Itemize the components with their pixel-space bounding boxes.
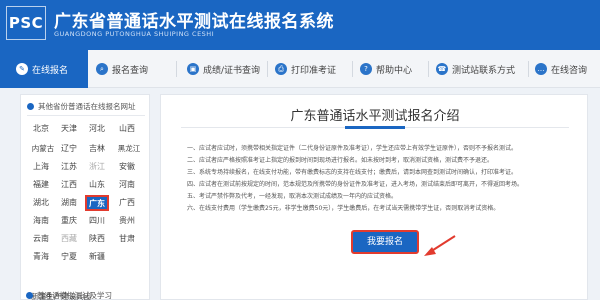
province-link[interactable]: 海南: [29, 213, 53, 229]
nav-label: 在线咨询: [551, 65, 588, 76]
notice-item: 四、应试者在测试前按规定的时间，范本规范及所携带的身份证件及准考证，进入考场，测…: [187, 181, 524, 188]
province-link[interactable]: 贵州: [115, 213, 139, 229]
nav-online-consult[interactable]: … 在线咨询: [535, 50, 587, 88]
header: PSC 广东省普通话水平测试在线报名系统 GUANGDONG PUTONGHUA…: [0, 0, 600, 50]
province-link[interactable]: 云南: [29, 231, 53, 247]
sidebar-heading-other-provinces: 其他省份普通话在线报名网址: [27, 101, 136, 112]
logo[interactable]: PSC: [6, 6, 46, 40]
nav-label: 报名查询: [112, 65, 149, 76]
province-link[interactable]: 吉林: [85, 141, 109, 157]
province-link[interactable]: 四川: [85, 213, 109, 229]
province-link[interactable]: 广东: [85, 195, 109, 211]
province-link[interactable]: 江西: [57, 177, 81, 193]
page-title: 广东普通话水平测试报名介绍: [290, 109, 460, 124]
province-link[interactable]: 重庆: [57, 213, 81, 229]
province-link[interactable]: 黑龙江: [115, 141, 143, 157]
province-link[interactable]: 福建: [29, 177, 53, 193]
divider: [27, 115, 145, 116]
contact-icon: ☎: [436, 63, 448, 75]
province-link[interactable]: 宁夏: [57, 249, 81, 265]
province-link[interactable]: 广西: [115, 195, 139, 211]
province-link[interactable]: 湖北: [29, 195, 53, 211]
nav-divider: [528, 61, 529, 77]
province-link[interactable]: 甘肃: [115, 231, 139, 247]
sidebar: 其他省份普通话在线报名网址 北京 天津 河北 山西内蒙古 辽宁 吉林 黑龙江上海 江苏 浙江 安徽…: [20, 94, 150, 300]
edit-icon: ✎: [16, 63, 28, 75]
province-link[interactable]: 山西: [115, 121, 139, 137]
help-icon: ?: [360, 63, 372, 75]
province-link[interactable]: 上海: [29, 159, 53, 175]
province-link[interactable]: 内蒙古: [29, 141, 57, 157]
site-subtitle: GUANGDONG PUTONGHUA SHUIPING CESHI: [54, 30, 215, 38]
nav-online-signup[interactable]: ✎ 在线报名: [0, 50, 88, 88]
site-title: 广东省普通话水平测试在线报名系统: [54, 12, 334, 32]
province-link[interactable]: 浙江: [85, 159, 109, 175]
nav-help-center[interactable]: ? 帮助中心: [360, 50, 412, 88]
province-link[interactable]: 江苏: [57, 159, 81, 175]
bullet-icon: [26, 292, 33, 299]
province-link[interactable]: 新疆: [85, 249, 109, 265]
province-link[interactable]: 山东: [85, 177, 109, 193]
notice-item: 六、在线支付费用（学生缴费25元，非学生缴费50元），学生缴费后，在考试当天需携…: [187, 205, 500, 212]
notice-item: 三、系统专场持续报名，在线支付功能，带有缴费标志的支持在线支付；缴费后，请到本网…: [187, 169, 518, 176]
nav-signup-query[interactable]: ⌕ 报名查询: [96, 50, 148, 88]
nav-label: 成绩/证书查询: [203, 65, 261, 76]
province-link[interactable]: 西藏: [57, 231, 81, 247]
province-link[interactable]: 北京: [29, 121, 53, 137]
province-link[interactable]: 天津: [57, 121, 81, 137]
notice-item: 一、应试者应试时，须携带相关指定证件（二代身份证原件及准考证），学生还应带上有效…: [187, 145, 518, 152]
nav-divider: [176, 61, 177, 77]
province-link[interactable]: 青海: [29, 249, 53, 265]
notice-item: 二、应试者应严格按照准考证上指定的报到时间到现场进行报名。如未按时到考，取消测试…: [187, 157, 494, 164]
nav-label: 帮助中心: [376, 65, 413, 76]
certificate-icon: ▣: [187, 63, 199, 75]
title-accent: [345, 126, 405, 129]
province-link[interactable]: 安徽: [115, 159, 139, 175]
province-link[interactable]: 陕西: [85, 231, 109, 247]
province-link[interactable]: 河北: [85, 121, 109, 137]
search-icon: ⌕: [96, 63, 108, 75]
nav-divider: [428, 61, 429, 77]
nav-contact[interactable]: ☎ 测试站联系方式: [436, 50, 515, 88]
printer-icon: ⎙: [275, 63, 287, 75]
signup-button[interactable]: 我要报名: [351, 230, 419, 254]
sidebar-heading-mock-test: 普通话模拟测试及学习: [26, 290, 112, 300]
province-link[interactable]: 湖南: [57, 195, 81, 211]
province-link[interactable]: 辽宁: [57, 141, 81, 157]
main-nav: ✎ 在线报名 ⌕ 报名查询 ▣ 成绩/证书查询 ⎙ 打印准考证 ? 帮助中心 ☎…: [0, 50, 600, 88]
nav-print-ticket[interactable]: ⎙ 打印准考证: [275, 50, 336, 88]
chat-icon: …: [535, 63, 547, 75]
notice-item: 五、考试严禁作弊及代考，一经发现，取消本次测试成绩及一年内的应试资格。: [187, 193, 398, 200]
nav-divider: [267, 61, 268, 77]
bullet-icon: [27, 103, 34, 110]
nav-divider: [352, 61, 353, 77]
nav-score-query[interactable]: ▣ 成绩/证书查询: [187, 50, 260, 88]
nav-label: 在线报名: [32, 65, 69, 76]
nav-label: 测试站联系方式: [452, 65, 516, 76]
nav-label: 打印准考证: [291, 65, 337, 76]
main-panel: 广东普通话水平测试报名介绍 一、应试者应试时，须携带相关指定证件（二代身份证原件…: [160, 94, 588, 300]
province-link[interactable]: 河南: [115, 177, 139, 193]
